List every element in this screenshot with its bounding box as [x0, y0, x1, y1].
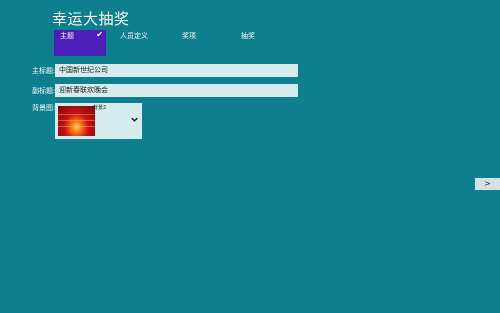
tab-people[interactable]: 人员定义 — [120, 30, 148, 54]
tab-prizes-label: 奖项 — [182, 32, 196, 40]
tab-theme[interactable]: 主题 ✔ — [54, 30, 106, 56]
main-title-input[interactable] — [55, 64, 298, 77]
next-page-button[interactable]: > — [475, 178, 500, 190]
tab-draw[interactable]: 抽奖 — [241, 30, 255, 54]
chevron-down-icon — [131, 117, 138, 122]
background-label: 背景图: — [32, 104, 56, 112]
chevron-right-icon: > — [484, 179, 491, 188]
tab-prizes[interactable]: 奖项 — [182, 30, 196, 54]
checkmark-icon: ✔ — [96, 30, 103, 39]
main-title-label: 主标题: — [32, 67, 56, 75]
app-title: 幸运大抽奖 — [52, 10, 130, 28]
background-select[interactable]: 背景2 — [55, 103, 142, 139]
tab-draw-label: 抽奖 — [241, 32, 255, 40]
sub-title-label: 副标题: — [32, 87, 56, 95]
tab-theme-label: 主题 — [60, 32, 74, 40]
tab-people-label: 人员定义 — [120, 32, 148, 40]
sub-title-input[interactable] — [55, 84, 298, 97]
background-thumbnail — [58, 106, 95, 136]
background-name: 背景2 — [93, 105, 107, 111]
